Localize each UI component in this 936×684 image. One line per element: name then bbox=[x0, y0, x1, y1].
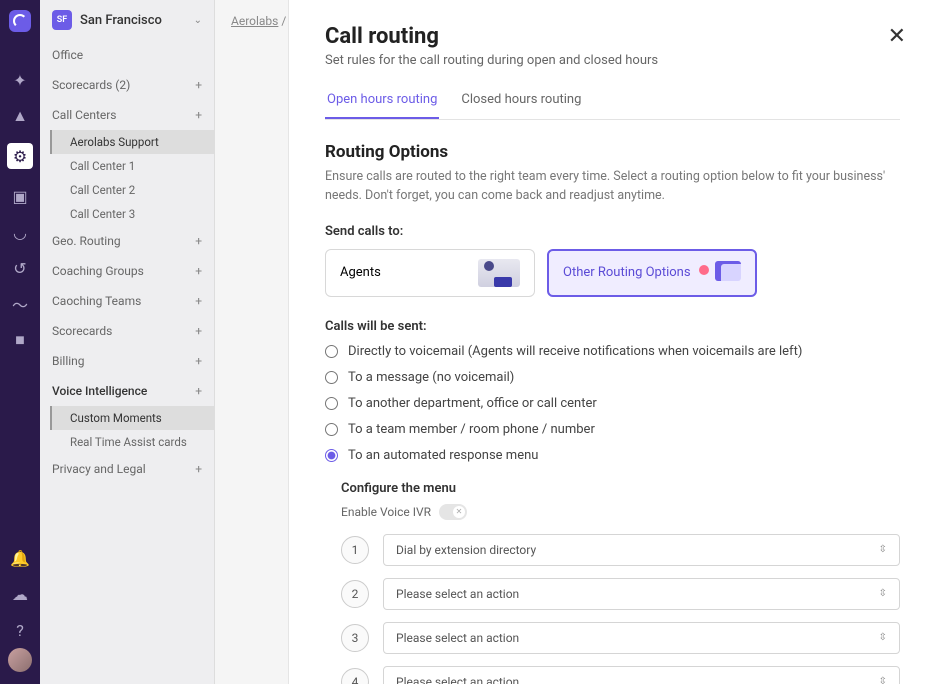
page-title: Call routing bbox=[325, 24, 900, 49]
sidebar-item-geo-routing[interactable]: Geo. Routing+ bbox=[40, 226, 214, 256]
sidebar-sub-custom-moments[interactable]: Custom Moments bbox=[50, 406, 214, 430]
routing-options-title: Routing Options bbox=[325, 142, 900, 162]
sparkle-icon[interactable]: ✦ bbox=[11, 71, 29, 89]
send-calls-label: Send calls to: bbox=[325, 224, 900, 239]
updown-icon: ⇳ bbox=[879, 588, 887, 599]
card-agents-label: Agents bbox=[340, 265, 381, 280]
routing-tabs: Open hours routing Closed hours routing bbox=[325, 86, 900, 120]
card-agents[interactable]: Agents bbox=[325, 249, 535, 297]
updown-icon: ⇳ bbox=[879, 632, 887, 643]
card-other-label: Other Routing Options bbox=[563, 265, 691, 280]
sidebar-item-office[interactable]: Office bbox=[40, 40, 214, 70]
tab-closed-hours[interactable]: Closed hours routing bbox=[459, 86, 583, 119]
call-centers-subnav: Aerolabs Support Call Center 1 Call Cent… bbox=[40, 130, 214, 226]
sidebar-item-coaching-teams[interactable]: Caoching Teams+ bbox=[40, 286, 214, 316]
trend-icon[interactable]: 〜 bbox=[11, 295, 29, 313]
plus-icon[interactable]: + bbox=[195, 462, 202, 476]
ivr-select-4[interactable]: Please select an action⇳ bbox=[383, 666, 900, 684]
help-icon[interactable]: ? bbox=[11, 621, 29, 639]
enable-ivr-row: Enable Voice IVR bbox=[341, 504, 900, 520]
sidebar-sub-aerolabs-support[interactable]: Aerolabs Support bbox=[50, 130, 214, 154]
other-routing-illustration-icon bbox=[699, 259, 741, 287]
ivr-number: 1 bbox=[341, 536, 369, 564]
icon-rail: ✦ ▲ ⚙ ▣ ◡ ↺ 〜 ■ 🔔 ☁ ? bbox=[0, 0, 40, 684]
calls-sent-label: Calls will be sent: bbox=[325, 319, 900, 334]
plus-icon[interactable]: + bbox=[195, 234, 202, 248]
updown-icon: ⇳ bbox=[879, 676, 887, 684]
plus-icon[interactable]: + bbox=[195, 384, 202, 398]
ivr-row-4: 4 Please select an action⇳ bbox=[341, 666, 900, 684]
radio-department[interactable]: To another department, office or call ce… bbox=[325, 396, 900, 411]
video-icon[interactable]: ■ bbox=[11, 331, 29, 349]
sidebar-sub-rta-cards[interactable]: Real Time Assist cards bbox=[50, 430, 214, 454]
plus-icon[interactable]: + bbox=[195, 294, 202, 308]
app-logo-icon[interactable] bbox=[9, 10, 31, 32]
settings-icon[interactable]: ⚙ bbox=[7, 143, 33, 169]
ivr-row-2: 2 Please select an action⇳ bbox=[341, 578, 900, 610]
page-subtitle: Set rules for the call routing during op… bbox=[325, 53, 900, 68]
enable-ivr-toggle[interactable] bbox=[439, 504, 467, 520]
history-icon[interactable]: ↺ bbox=[11, 259, 29, 277]
user-avatar[interactable] bbox=[8, 648, 32, 672]
bell-icon[interactable]: 🔔 bbox=[11, 549, 29, 567]
call-routing-panel: ✕ Call routing Set rules for the call ro… bbox=[288, 0, 936, 684]
sidebar-sub-call-center-3[interactable]: Call Center 3 bbox=[50, 202, 214, 226]
sidebar-item-scorecards[interactable]: Scorecards+ bbox=[40, 316, 214, 346]
sidebar: SF San Francisco ⌄ Office Scorecards (2)… bbox=[40, 0, 215, 684]
ivr-select-1[interactable]: Dial by extension directory⇳ bbox=[383, 534, 900, 566]
plus-icon[interactable]: + bbox=[195, 354, 202, 368]
ivr-row-3: 3 Please select an action⇳ bbox=[341, 622, 900, 654]
chat-icon[interactable]: ☁ bbox=[11, 585, 29, 603]
ivr-select-3[interactable]: Please select an action⇳ bbox=[383, 622, 900, 654]
close-icon[interactable]: ✕ bbox=[888, 24, 906, 49]
ivr-select-2[interactable]: Please select an action⇳ bbox=[383, 578, 900, 610]
radio-message[interactable]: To a message (no voicemail) bbox=[325, 370, 900, 385]
configure-menu-label: Configure the menu bbox=[341, 481, 900, 496]
headset-icon[interactable]: ◡ bbox=[11, 223, 29, 241]
sidebar-sub-call-center-2[interactable]: Call Center 2 bbox=[50, 178, 214, 202]
desk-icon[interactable]: ▣ bbox=[11, 187, 29, 205]
workspace-badge: SF bbox=[52, 10, 72, 30]
plus-icon[interactable]: + bbox=[195, 108, 202, 122]
ivr-config: Configure the menu Enable Voice IVR 1 Di… bbox=[325, 481, 900, 684]
workspace-name: San Francisco bbox=[80, 13, 186, 28]
sidebar-item-privacy[interactable]: Privacy and Legal+ bbox=[40, 454, 214, 484]
routing-cards: Agents Other Routing Options bbox=[325, 249, 900, 297]
plus-icon[interactable]: + bbox=[195, 264, 202, 278]
breadcrumb-link[interactable]: Aerolabs bbox=[231, 14, 278, 28]
enable-ivr-label: Enable Voice IVR bbox=[341, 505, 431, 519]
radio-auto-menu[interactable]: To an automated response menu bbox=[325, 448, 900, 463]
ivr-number: 2 bbox=[341, 580, 369, 608]
updown-icon: ⇳ bbox=[879, 544, 887, 555]
chevron-down-icon: ⌄ bbox=[194, 15, 202, 26]
ivr-row-1: 1 Dial by extension directory⇳ bbox=[341, 534, 900, 566]
sidebar-item-coaching-groups[interactable]: Coaching Groups+ bbox=[40, 256, 214, 286]
ivr-number: 3 bbox=[341, 624, 369, 652]
ivr-number: 4 bbox=[341, 668, 369, 684]
radio-voicemail[interactable]: Directly to voicemail (Agents will recei… bbox=[325, 344, 900, 359]
agents-illustration-icon bbox=[478, 259, 520, 287]
sidebar-sub-call-center-1[interactable]: Call Center 1 bbox=[50, 154, 214, 178]
tab-open-hours[interactable]: Open hours routing bbox=[325, 86, 439, 119]
sidebar-item-scorecards-2[interactable]: Scorecards (2)+ bbox=[40, 70, 214, 100]
sidebar-item-billing[interactable]: Billing+ bbox=[40, 346, 214, 376]
sidebar-item-call-centers[interactable]: Call Centers+ bbox=[40, 100, 214, 130]
radio-team-member[interactable]: To a team member / room phone / number bbox=[325, 422, 900, 437]
plus-icon[interactable]: + bbox=[195, 78, 202, 92]
workspace-switcher[interactable]: SF San Francisco ⌄ bbox=[40, 0, 214, 40]
routing-radio-group: Directly to voicemail (Agents will recei… bbox=[325, 344, 900, 463]
plus-icon[interactable]: + bbox=[195, 324, 202, 338]
vi-subnav: Custom Moments Real Time Assist cards bbox=[40, 406, 214, 454]
person-icon[interactable]: ▲ bbox=[11, 107, 29, 125]
sidebar-item-voice-intelligence[interactable]: Voice Intelligence+ bbox=[40, 376, 214, 406]
card-other-routing[interactable]: Other Routing Options bbox=[547, 249, 757, 297]
routing-options-desc: Ensure calls are routed to the right tea… bbox=[325, 168, 900, 206]
